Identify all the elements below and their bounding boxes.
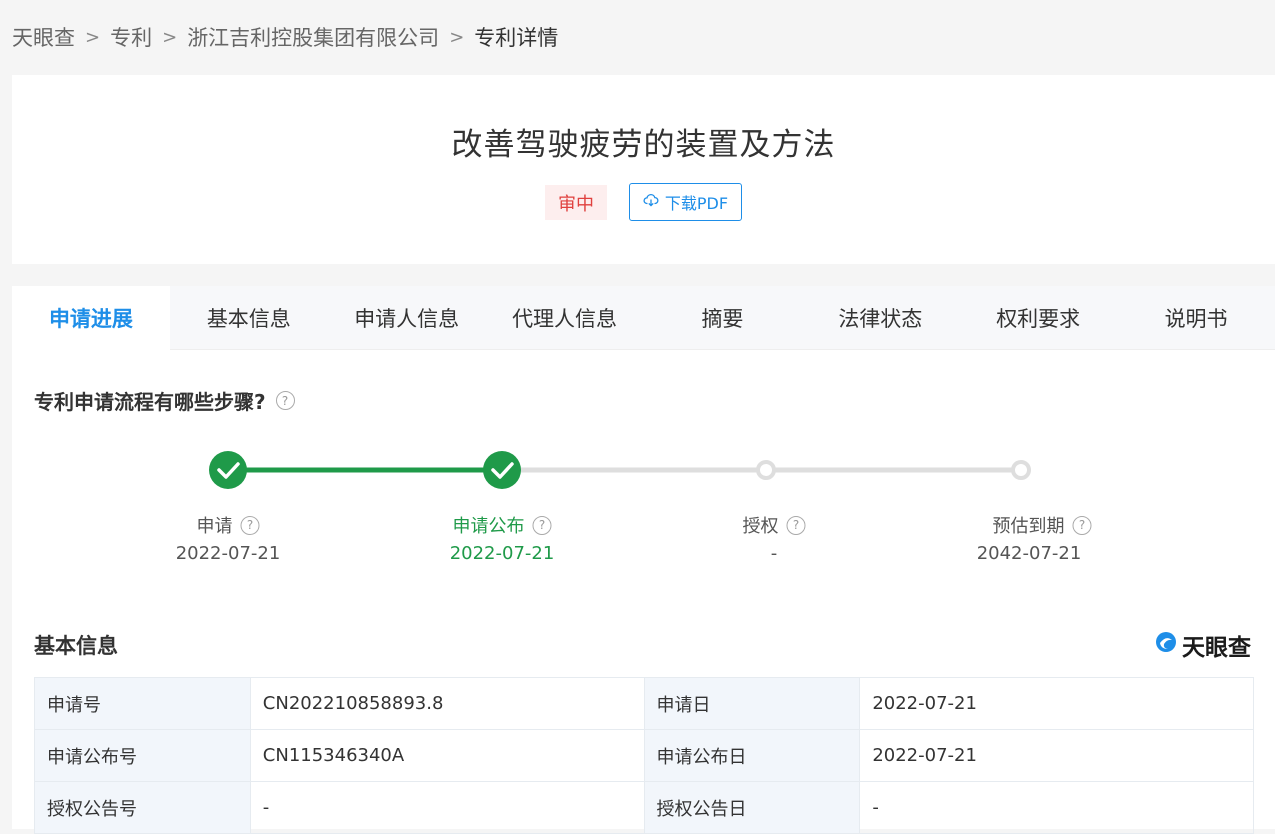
help-icon[interactable]: ? bbox=[532, 515, 552, 535]
brand-logo: 天眼查 bbox=[1154, 628, 1251, 662]
step-1-label: 申请 ? bbox=[197, 512, 260, 538]
field-label: 申请公布号 bbox=[34, 729, 251, 782]
step-1-name: 申请 bbox=[196, 516, 233, 537]
step-3-label: 授权 ? bbox=[743, 512, 806, 538]
step-3-dot-icon bbox=[756, 460, 776, 480]
field-value: CN115346340A bbox=[249, 729, 645, 782]
breadcrumb-current: 专利详情 bbox=[474, 26, 559, 50]
step-4-label: 预估到期 ? bbox=[993, 512, 1092, 538]
table-row: 申请号 CN202210858893.8 申请日 2022-07-21 bbox=[34, 677, 1254, 730]
breadcrumb: 天眼查 > 专利 > 浙江吉利控股集团有限公司 > 专利详情 bbox=[12, 22, 558, 52]
brand-name: 天眼查 bbox=[1182, 635, 1251, 661]
step-4-name: 预估到期 bbox=[992, 516, 1065, 537]
help-icon[interactable]: ? bbox=[1072, 515, 1092, 535]
field-value: 2022-07-21 bbox=[859, 729, 1254, 782]
field-value: - bbox=[859, 781, 1254, 834]
field-label: 申请日 bbox=[643, 677, 861, 730]
tab-legal-status[interactable]: 法律状态 bbox=[801, 286, 959, 350]
basic-info-table: 申请号 CN202210858893.8 申请日 2022-07-21 申请公布… bbox=[34, 677, 1254, 834]
field-value: 2022-07-21 bbox=[859, 677, 1254, 730]
step-2-date: 2022-07-21 bbox=[449, 543, 555, 564]
cloud-download-icon bbox=[643, 192, 659, 212]
field-value: - bbox=[249, 781, 645, 834]
help-icon[interactable]: ? bbox=[240, 515, 260, 535]
step-1-check-icon bbox=[209, 451, 247, 489]
download-pdf-button[interactable]: 下载PDF bbox=[629, 183, 742, 221]
step-4-date: 2042-07-21 bbox=[976, 543, 1082, 564]
basic-info-title: 基本信息 bbox=[34, 634, 118, 658]
page-title: 改善驾驶疲劳的装置及方法 bbox=[451, 127, 836, 163]
tab-abstract[interactable]: 摘要 bbox=[644, 286, 802, 350]
step-2-check-icon bbox=[483, 451, 521, 489]
patent-header-card: 改善驾驶疲劳的装置及方法 审中 下载PDF bbox=[12, 75, 1275, 264]
field-label: 申请号 bbox=[34, 677, 251, 730]
tab-bar: 申请进展 基本信息 申请人信息 代理人信息 摘要 法律状态 权利要求 说明书 bbox=[12, 286, 1275, 350]
field-label: 授权公告号 bbox=[34, 781, 251, 834]
chevron-right-icon: > bbox=[449, 26, 465, 48]
process-question: 专利申请流程有哪些步骤? ? bbox=[34, 386, 295, 415]
tab-application-progress[interactable]: 申请进展 bbox=[12, 286, 170, 350]
chevron-right-icon: > bbox=[85, 26, 101, 48]
download-pdf-label: 下载PDF bbox=[664, 194, 729, 213]
step-2-label: 申请公布 ? bbox=[453, 512, 552, 538]
tab-agent-info[interactable]: 代理人信息 bbox=[486, 286, 644, 350]
tab-basic-info[interactable]: 基本信息 bbox=[170, 286, 328, 350]
breadcrumb-company[interactable]: 浙江吉利控股集团有限公司 bbox=[187, 22, 439, 52]
status-badge: 审中 bbox=[545, 185, 607, 220]
table-row: 申请公布号 CN115346340A 申请公布日 2022-07-21 bbox=[34, 729, 1254, 782]
step-3-name: 授权 bbox=[742, 516, 779, 537]
table-row: 授权公告号 - 授权公告日 - bbox=[34, 781, 1254, 834]
field-label: 授权公告日 bbox=[643, 781, 861, 834]
field-value: CN202210858893.8 bbox=[249, 677, 645, 730]
breadcrumb-home[interactable]: 天眼查 bbox=[12, 22, 75, 52]
help-icon[interactable]: ? bbox=[786, 515, 806, 535]
breadcrumb-patent[interactable]: 专利 bbox=[110, 22, 152, 52]
step-3-date: - bbox=[770, 543, 778, 564]
field-label: 申请公布日 bbox=[643, 729, 861, 782]
tab-description[interactable]: 说明书 bbox=[1117, 286, 1275, 350]
step-4-dot-icon bbox=[1011, 460, 1031, 480]
help-icon[interactable]: ? bbox=[275, 391, 295, 410]
patent-detail-card: 申请进展 基本信息 申请人信息 代理人信息 摘要 法律状态 权利要求 说明书 专… bbox=[12, 286, 1275, 834]
tianyancha-logo-icon bbox=[1154, 630, 1178, 660]
tab-applicant-info[interactable]: 申请人信息 bbox=[328, 286, 486, 350]
process-question-text: 专利申请流程有哪些步骤? bbox=[34, 390, 266, 414]
chevron-right-icon: > bbox=[162, 26, 178, 48]
step-1-date: 2022-07-21 bbox=[175, 543, 281, 564]
step-2-name: 申请公布 bbox=[452, 516, 525, 537]
tab-claims[interactable]: 权利要求 bbox=[959, 286, 1117, 350]
